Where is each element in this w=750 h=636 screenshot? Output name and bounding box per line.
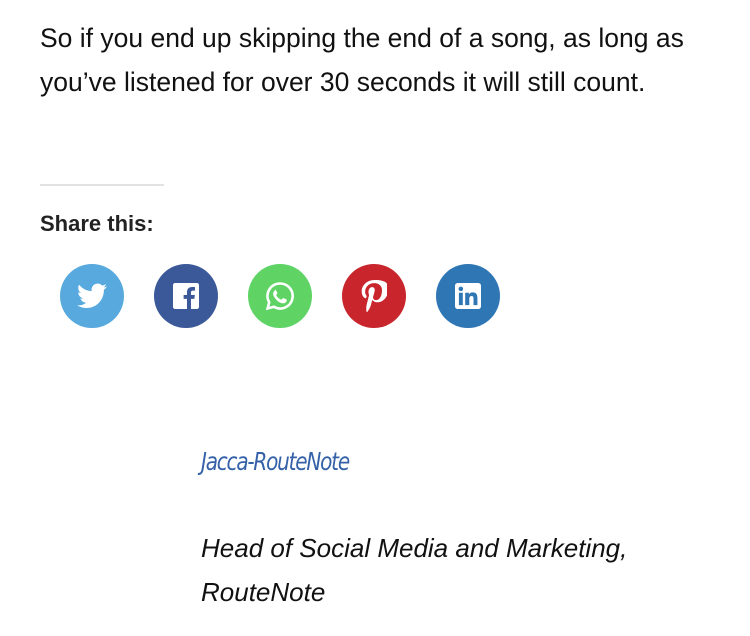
share-divider — [40, 184, 164, 186]
whatsapp-phone-icon — [264, 280, 296, 312]
share-buttons — [60, 264, 500, 328]
twitter-bird-icon — [77, 283, 107, 309]
article-paragraph: So if you end up skipping the end of a s… — [40, 23, 684, 97]
twitter-share-button[interactable] — [60, 264, 124, 328]
pinterest-p-icon — [361, 280, 387, 312]
linkedin-share-button[interactable] — [436, 264, 500, 328]
pinterest-share-button[interactable] — [342, 264, 406, 328]
share-heading: Share this: — [40, 211, 154, 236]
linkedin-in-icon — [455, 283, 481, 309]
facebook-f-icon — [173, 283, 199, 309]
facebook-share-button[interactable] — [154, 264, 218, 328]
article-body: So if you end up skipping the end of a s… — [40, 16, 720, 104]
author-role: Head of Social Media and Marketing, Rout… — [201, 533, 628, 607]
author-name-link[interactable]: Jacca-RouteNote — [201, 440, 350, 484]
whatsapp-share-button[interactable] — [248, 264, 312, 328]
